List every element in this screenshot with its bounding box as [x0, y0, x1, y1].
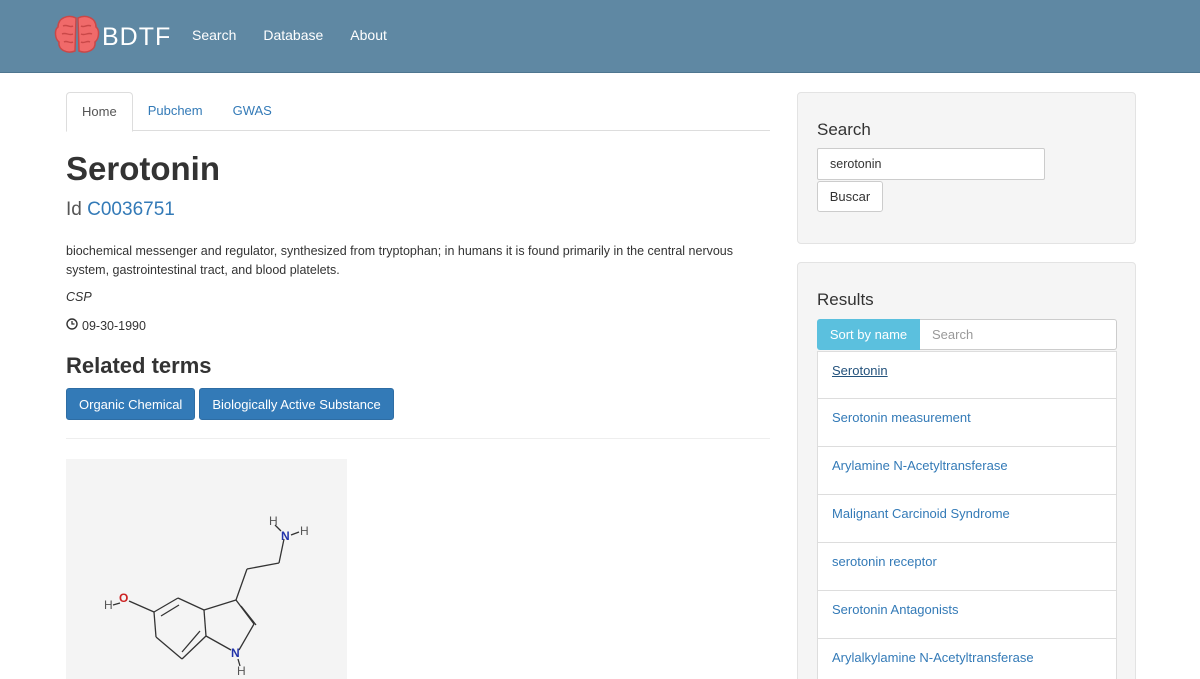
tab-pubchem[interactable]: Pubchem [133, 92, 218, 131]
id-link[interactable]: C0036751 [87, 199, 175, 220]
nav-link-database[interactable]: Database [263, 27, 323, 43]
search-panel-title: Search [817, 120, 871, 139]
date-text: 09-30-1990 [82, 318, 146, 333]
brand[interactable]: BDTF [54, 14, 171, 61]
term-badge-organic-chemical[interactable]: Organic Chemical [66, 388, 196, 420]
atom-label: H [237, 664, 246, 678]
structure-diagram: H N H H O N H [104, 514, 309, 678]
tab-home[interactable]: Home [66, 92, 133, 132]
result-item[interactable]: Malignant Carcinoid Syndrome [817, 495, 1117, 543]
nav-link-search[interactable]: Search [192, 27, 236, 43]
section-divider [66, 438, 770, 439]
buscar-button[interactable]: Buscar [817, 181, 883, 212]
search-panel: Search serotonin Buscar [797, 92, 1136, 244]
atom-label: H [300, 524, 309, 538]
clock-icon [66, 318, 82, 333]
atom-label: O [119, 591, 128, 605]
result-item[interactable]: Arylamine N-Acetyltransferase [817, 447, 1117, 495]
nav-link-about[interactable]: About [350, 27, 387, 43]
results-list: Serotonin Serotonin measurement Arylamin… [817, 351, 1117, 679]
brain-logo-icon [54, 14, 100, 61]
compound-source: CSP [66, 290, 92, 304]
result-item[interactable]: Arylalkylamine N-Acetyltransferase [817, 639, 1117, 679]
result-item[interactable]: Serotonin Antagonists [817, 591, 1117, 639]
chemical-structure: H N H H O N H [66, 459, 347, 679]
related-terms: Organic Chemical Biologically Active Sub… [66, 388, 398, 420]
id-label: Id [66, 199, 82, 220]
compound-id: Id C0036751 [66, 199, 175, 221]
compound-date: 09-30-1990 [66, 318, 146, 333]
tab-gwas[interactable]: GWAS [218, 92, 287, 131]
atom-label: N [231, 646, 240, 660]
brand-name: BDTF [102, 23, 172, 51]
page-title: Serotonin [66, 150, 220, 187]
nav-links: Search Database About [192, 27, 414, 43]
related-terms-title: Related terms [66, 353, 212, 378]
atom-label: H [104, 598, 113, 612]
results-panel: Results Sort by name Search Serotonin Se… [797, 262, 1136, 679]
results-panel-title: Results [817, 290, 874, 309]
results-search-input[interactable]: Search [920, 319, 1117, 350]
detail-tabs: Home Pubchem GWAS [66, 92, 770, 132]
compound-description: biochemical messenger and regulator, syn… [66, 244, 734, 277]
result-item[interactable]: serotonin receptor [817, 543, 1117, 591]
result-item[interactable]: Serotonin measurement [817, 399, 1117, 447]
top-navbar: BDTF Search Database About [0, 0, 1200, 73]
result-item[interactable]: Serotonin [817, 351, 1117, 399]
term-badge-biologically-active[interactable]: Biologically Active Substance [199, 388, 394, 420]
sort-by-name-button[interactable]: Sort by name [817, 319, 920, 350]
atom-label: H [269, 514, 278, 528]
atom-label: N [281, 529, 290, 543]
search-input[interactable]: serotonin [817, 148, 1045, 180]
